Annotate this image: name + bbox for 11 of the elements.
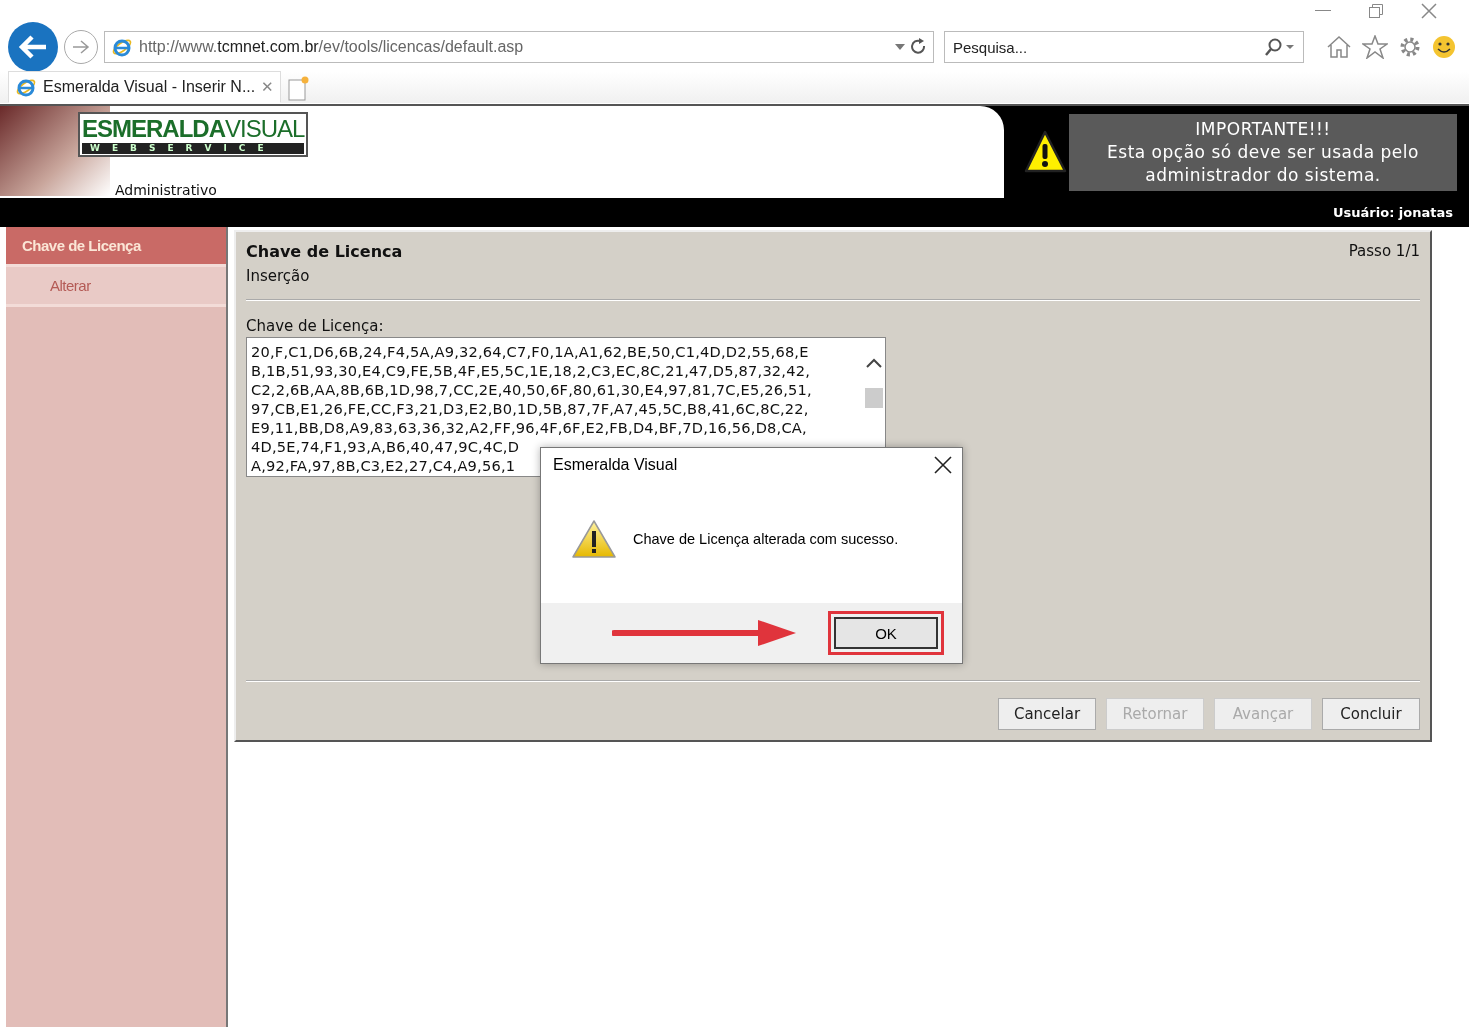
panel-title: Chave de Licenca: [246, 242, 403, 261]
url-text: http://www.tcmnet.com.br/ev/tools/licencas/default.asp: [139, 38, 525, 56]
user-label: Usuário: jonatas: [1333, 205, 1453, 220]
notice-banner: IMPORTANTE!!! Esta opção só deve ser usada pelo administrador do sistema.: [1069, 113, 1457, 191]
dialog-message: Chave de Licença alterada com sucesso.: [633, 530, 899, 547]
logo: ESMERALDAVISUAL WEBSERVICE: [78, 112, 309, 157]
field-label: Chave de Licença:: [246, 317, 385, 335]
dialog-title: Esmeralda Visual: [553, 456, 678, 474]
panel-subtitle: Inserção: [246, 267, 311, 285]
step-label: Passo 1/1: [1348, 242, 1420, 261]
section-subtitle: Administrativo: [115, 182, 217, 198]
